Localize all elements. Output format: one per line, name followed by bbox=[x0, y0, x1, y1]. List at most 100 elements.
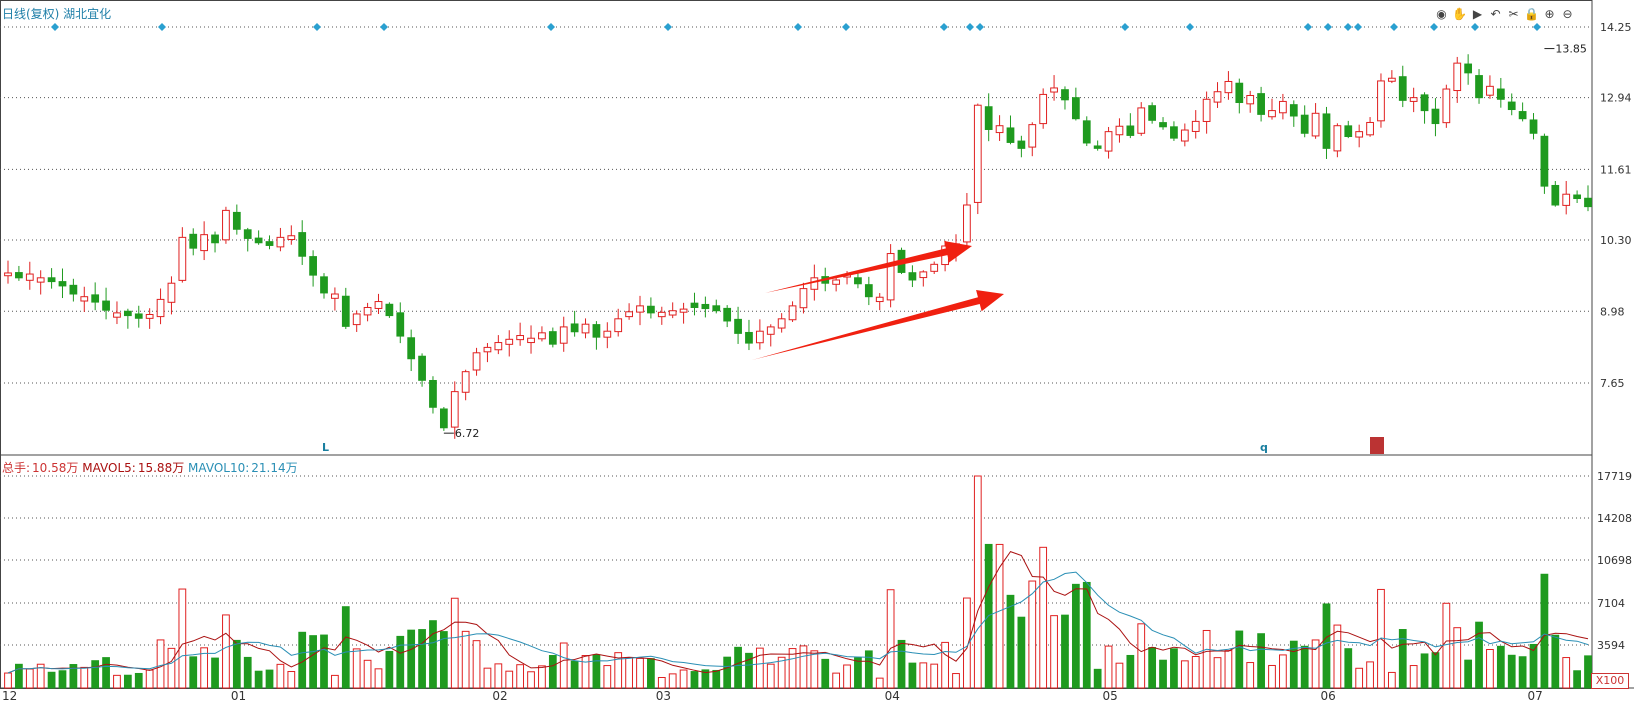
volume-bar bbox=[1464, 659, 1473, 689]
candle-body bbox=[1540, 135, 1549, 187]
volume-bar bbox=[930, 663, 939, 689]
volume-bar bbox=[461, 630, 470, 689]
stock-chart: 14.25 12.94 11.61 10.30 8.98 7.65 17719 14208 10… bbox=[0, 0, 1634, 703]
candle-body bbox=[886, 253, 895, 301]
candle-body bbox=[864, 284, 873, 298]
candle-body bbox=[570, 323, 579, 333]
candle-body bbox=[396, 312, 405, 337]
eye-icon[interactable]: ◉ bbox=[1434, 7, 1449, 22]
candle-body bbox=[69, 284, 78, 295]
volume-tick-label: 7104 bbox=[1597, 597, 1625, 610]
candle-body bbox=[1398, 76, 1407, 101]
event-diamond-icon bbox=[1533, 23, 1541, 31]
volume-bar bbox=[864, 650, 873, 689]
candle-body bbox=[1202, 98, 1211, 122]
candle-body bbox=[265, 241, 274, 246]
price-tick-label: 8.98 bbox=[1600, 305, 1625, 318]
volume-bar bbox=[581, 655, 590, 689]
volume-bar bbox=[232, 639, 241, 689]
candle-body bbox=[875, 296, 884, 303]
volume-bar bbox=[766, 663, 775, 689]
volume-bar bbox=[243, 656, 252, 689]
price-tick-label: 7.65 bbox=[1600, 377, 1625, 390]
candle-body bbox=[113, 312, 121, 318]
volume-bar bbox=[1279, 654, 1287, 689]
volume-bar bbox=[331, 674, 339, 689]
event-diamond-icon bbox=[1430, 23, 1438, 31]
candle-body bbox=[450, 391, 459, 428]
candle-body bbox=[1093, 145, 1102, 149]
candle-body bbox=[47, 277, 56, 283]
volume-bar bbox=[363, 659, 372, 689]
candle-body bbox=[1191, 120, 1200, 132]
volume-bar bbox=[1213, 657, 1222, 689]
candle-body bbox=[200, 234, 209, 252]
zoom-out-icon[interactable]: ⊖ bbox=[1560, 7, 1575, 22]
candle-body bbox=[167, 282, 176, 303]
candle-body bbox=[1289, 104, 1298, 117]
volume-bar bbox=[886, 589, 895, 689]
mavol5-value: 15.88万 bbox=[137, 461, 185, 475]
candle-body bbox=[810, 277, 819, 290]
lock-icon[interactable]: 🔒 bbox=[1524, 7, 1539, 22]
volume-bar bbox=[145, 669, 154, 689]
candle-body bbox=[254, 237, 263, 244]
candle-body bbox=[1006, 127, 1015, 143]
x-tick-label: 03 bbox=[656, 689, 671, 703]
candle-body bbox=[1279, 100, 1287, 114]
volume-bar bbox=[527, 671, 535, 689]
play-icon[interactable]: ▶ bbox=[1470, 7, 1485, 22]
candle-body bbox=[712, 305, 721, 312]
event-diamond-icon bbox=[966, 23, 974, 31]
candle-body bbox=[352, 313, 361, 326]
volume-bar bbox=[603, 665, 612, 689]
volume-bar bbox=[396, 635, 405, 689]
price-tick-label: 11.61 bbox=[1600, 163, 1632, 176]
undo-icon[interactable]: ↶ bbox=[1488, 7, 1503, 22]
volume-bar bbox=[4, 672, 12, 689]
candle-body bbox=[276, 236, 285, 248]
x-tick-label: 04 bbox=[885, 689, 900, 703]
volume-bar bbox=[1028, 580, 1037, 689]
candles-group bbox=[4, 54, 1592, 439]
candle-body bbox=[1170, 126, 1178, 139]
volume-bar bbox=[1137, 623, 1146, 689]
volume-bar bbox=[647, 658, 655, 689]
zoom-in-icon[interactable]: ⊕ bbox=[1542, 7, 1557, 22]
candle-body bbox=[1551, 184, 1560, 206]
event-diamond-icon bbox=[158, 23, 166, 31]
volume-bar bbox=[516, 664, 525, 689]
candle-body bbox=[1464, 63, 1473, 74]
event-diamond-icon bbox=[1344, 23, 1352, 31]
candle-body bbox=[385, 303, 394, 317]
volume-bar bbox=[91, 660, 100, 689]
hand-icon[interactable]: ✋ bbox=[1452, 7, 1467, 22]
event-diamond-icon bbox=[976, 23, 984, 31]
event-diamond-icon bbox=[313, 23, 321, 31]
event-diamond-icon bbox=[1304, 23, 1312, 31]
volume-bar bbox=[1562, 657, 1571, 689]
cut-icon[interactable]: ✂ bbox=[1506, 7, 1521, 22]
volume-bar bbox=[1257, 633, 1265, 689]
volume-scale-x100[interactable]: X100 bbox=[1591, 673, 1629, 689]
volume-bar bbox=[973, 475, 982, 689]
volume-bar bbox=[385, 650, 394, 689]
chart-title: 日线(复权) 湖北宜化 bbox=[2, 7, 112, 21]
volume-bar bbox=[1082, 581, 1091, 689]
candle-body bbox=[1039, 93, 1048, 125]
candle-body bbox=[439, 408, 448, 429]
volume-bar bbox=[1126, 654, 1135, 689]
marker-L: L bbox=[322, 441, 329, 454]
volume-bar bbox=[407, 629, 416, 689]
low-annotation-text: 6.72 bbox=[455, 427, 480, 440]
volume-bar bbox=[679, 669, 688, 689]
event-diamond-icon bbox=[51, 23, 59, 31]
volume-bar bbox=[1496, 645, 1505, 689]
volume-bar bbox=[265, 669, 274, 689]
chart-toolbar: ◉ ✋ ▶ ↶ ✂ 🔒 ⊕ ⊖ bbox=[1434, 7, 1575, 23]
candle-body bbox=[58, 281, 67, 287]
candle-body bbox=[1584, 197, 1592, 208]
candle-body bbox=[341, 295, 350, 327]
candle-body bbox=[15, 272, 23, 279]
candle-body bbox=[657, 311, 666, 318]
